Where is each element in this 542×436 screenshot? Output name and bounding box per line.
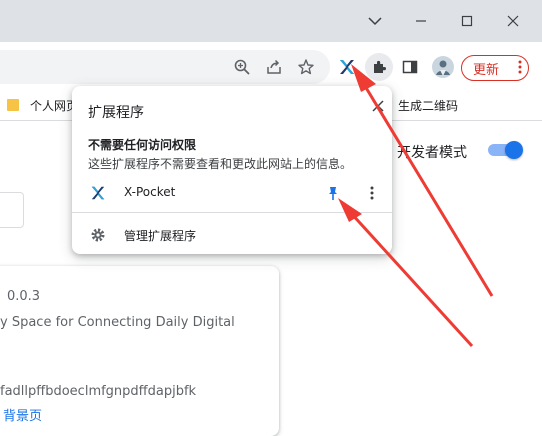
avatar-icon — [432, 56, 454, 78]
update-button[interactable]: 更新 — [461, 55, 529, 81]
update-label: 更新 — [473, 62, 500, 78]
avatar[interactable] — [431, 55, 455, 79]
bookmark-star-button[interactable] — [294, 55, 318, 79]
more-vert-icon — [370, 186, 374, 200]
extensions-puzzle-icon — [374, 60, 386, 73]
zoom-button[interactable] — [230, 55, 254, 79]
folder-icon — [7, 99, 19, 111]
search-input[interactable] — [0, 192, 24, 228]
pin-icon — [329, 187, 337, 200]
x-pocket-extension-button[interactable] — [335, 55, 359, 79]
bookmark-item-qrcode[interactable]: 生成二维码 — [398, 97, 458, 114]
developer-mode-label: 开发者模式 — [397, 145, 467, 161]
x-pocket-extension-icon — [340, 60, 354, 74]
gear-icon — [91, 228, 105, 242]
popup-close-button[interactable] — [368, 96, 388, 116]
extension-name: X-Pocket — [124, 185, 176, 199]
background-page-link[interactable]: 背景页 — [3, 405, 42, 424]
section-description: 这些扩展程序不需要查看和更改此网站上的信息。 — [88, 157, 353, 171]
pin-button[interactable] — [324, 184, 342, 202]
close-icon — [507, 15, 519, 27]
chevron-down-icon — [368, 17, 382, 26]
title-bar — [0, 0, 542, 42]
developer-mode-toggle[interactable] — [488, 141, 524, 159]
extension-more-button[interactable] — [364, 184, 380, 202]
x-pocket-icon — [91, 186, 105, 200]
maximize-icon — [461, 15, 473, 27]
minimize-button[interactable] — [398, 0, 444, 42]
popup-title: 扩展程序 — [88, 105, 144, 121]
star-icon — [298, 59, 314, 75]
extensions-button[interactable] — [365, 53, 393, 81]
extension-version: 0.0.3 — [7, 289, 41, 304]
close-icon — [372, 100, 384, 112]
extension-description: y Space for Connecting Daily Digital — [0, 315, 235, 330]
extension-row-x-pocket[interactable]: X-Pocket — [72, 180, 392, 206]
maximize-button[interactable] — [444, 0, 490, 42]
extension-id: fadllpffbdoeclmfgnpdffdapjbfk — [0, 384, 197, 399]
minimize-icon — [416, 20, 426, 22]
manage-extensions-item[interactable]: 管理扩展程序 — [72, 224, 392, 246]
share-icon — [267, 59, 281, 74]
zoom-icon — [234, 59, 250, 75]
close-button[interactable] — [490, 0, 536, 42]
side-panel-icon — [402, 60, 418, 74]
manage-extensions-label: 管理扩展程序 — [124, 229, 197, 243]
tab-search-button[interactable] — [352, 0, 398, 42]
extensions-popup: 扩展程序 不需要任何访问权限 这些扩展程序不需要查看和更改此网站上的信息。 X-… — [72, 86, 392, 254]
side-panel-button[interactable] — [398, 55, 422, 79]
toggle-knob — [505, 141, 523, 159]
share-button[interactable] — [262, 55, 286, 79]
popup-divider — [72, 212, 392, 213]
bookmark-item-personal[interactable]: 个人网页 — [30, 97, 78, 114]
section-title: 不需要任何访问权限 — [88, 138, 197, 152]
